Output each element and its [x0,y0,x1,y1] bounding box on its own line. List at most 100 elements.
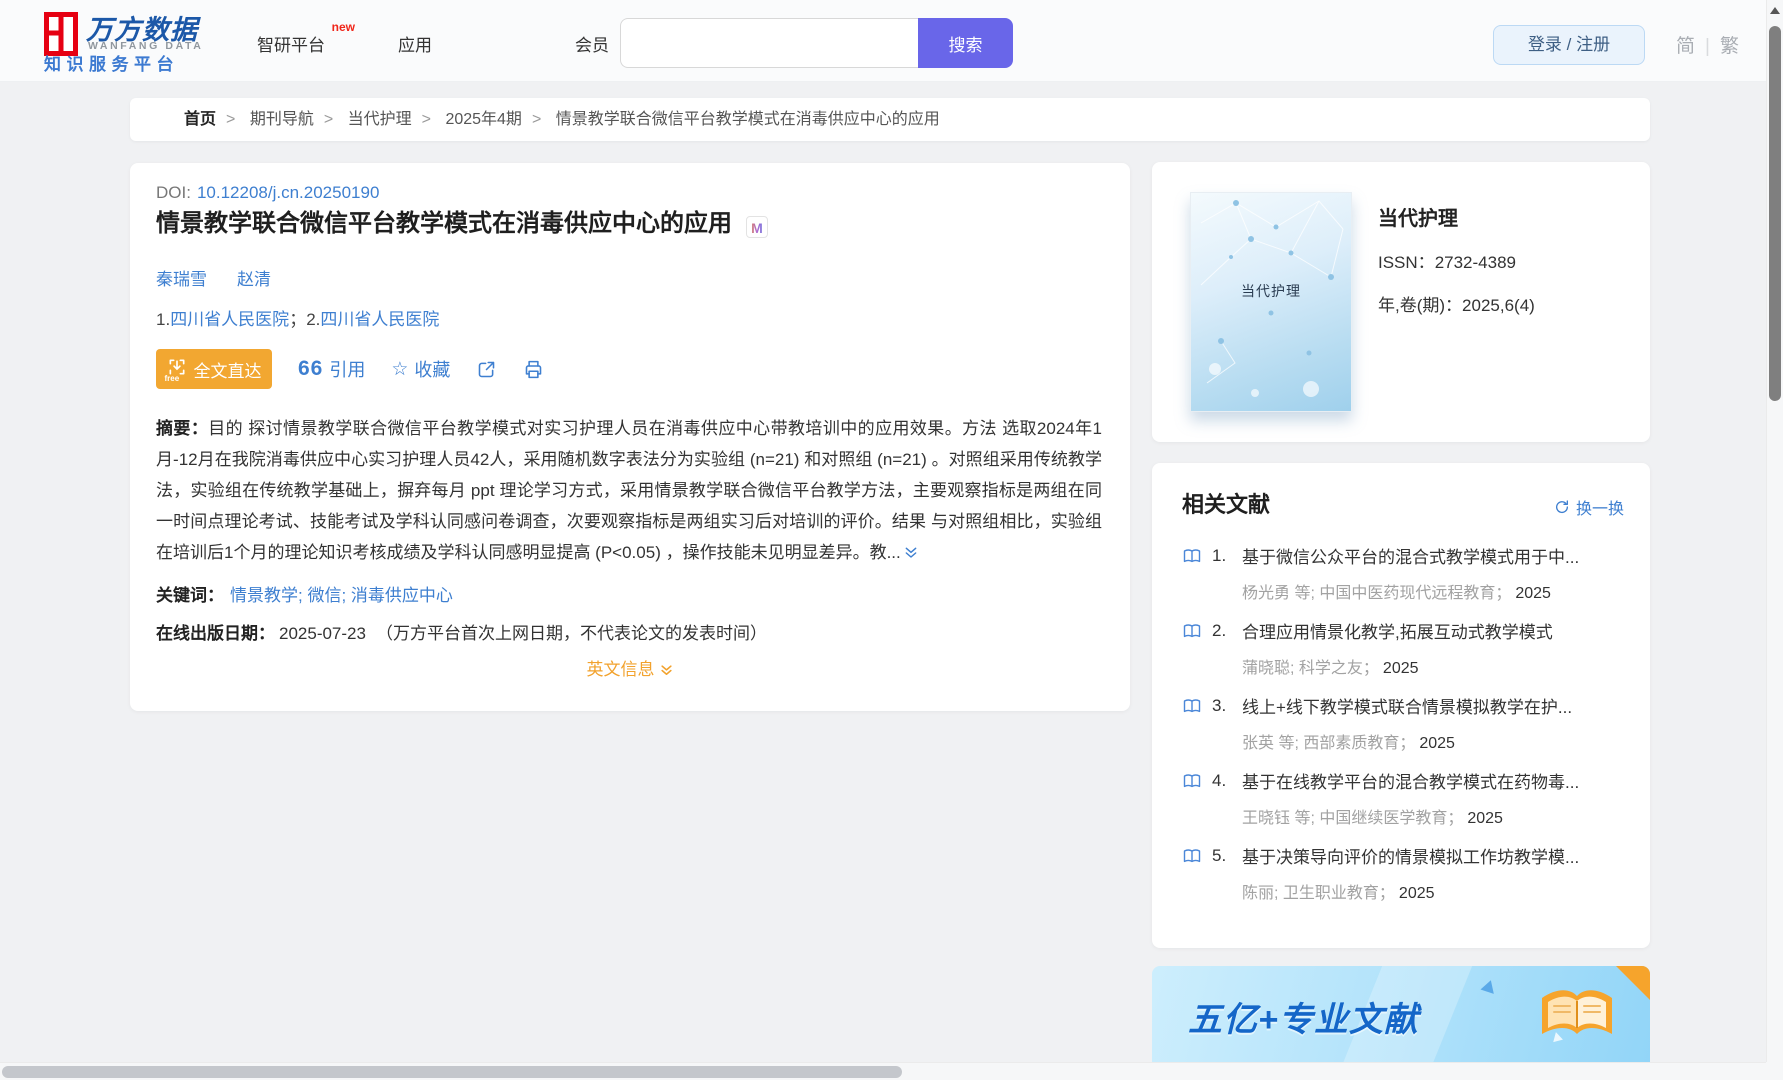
author-list: 秦瑞雪 赵清 [156,265,301,290]
english-info-toggle[interactable]: 英文信息 [130,655,1130,680]
pubdate-label: 在线出版日期： [156,624,275,643]
related-item-meta: 陈丽; 卫生职业教育； 2025 [1242,885,1435,902]
related-item-title[interactable]: 线上+线下教学模式联合情景模拟教学在护... [1242,693,1626,718]
affiliation-list: 1.四川省人民医院；2.四川省人民医院 [156,310,440,329]
wanfang-article-page: 万方数据 WANFANG DATA 知识服务平台 智研平台 new 应用 会员 … [0,0,1783,1080]
fulltext-button[interactable]: free 全文直达 [156,349,272,389]
share-icon [479,361,495,377]
related-title: 相关文献 [1182,492,1271,517]
breadcrumb-item[interactable]: 2025年4期 [445,111,522,128]
related-list-item: 1. 基于微信公众平台的混合式教学模式用于中... 杨光勇 等; 中国中医药现代… [1182,543,1626,618]
search-button[interactable]: 搜索 [918,18,1013,68]
quote-icon: 66 [298,357,324,380]
doi-label: DOI: [156,183,191,202]
related-item-year: 2025 [1382,660,1419,677]
vertical-scrollbar[interactable] [1766,0,1783,1080]
pubdate-value: 2025-07-23 [279,624,366,643]
print-button[interactable] [523,359,544,380]
journal-cover[interactable]: 当代护理 [1190,192,1352,412]
nav-item-apps[interactable]: 应用 [398,31,432,56]
login-register-button[interactable]: 登录 / 注册 [1493,25,1645,65]
related-item-number: 3. [1212,695,1227,715]
breadcrumb-item[interactable]: 期刊导航 [250,111,314,128]
print-icon [526,360,542,378]
volume-label: 年,卷(期)： [1378,296,1463,315]
open-book-icon [1542,990,1612,1034]
related-item-number: 1. [1212,545,1227,565]
doi-row: DOI: 10.12208/j.cn.20250190 [156,183,379,203]
star-icon: ☆ [391,358,409,380]
lang-traditional[interactable]: 繁 [1720,36,1739,57]
share-button[interactable] [476,359,497,380]
author-link[interactable]: 赵清 [237,270,271,289]
related-item-title[interactable]: 基于决策导向评价的情景模拟工作坊教学模... [1242,843,1626,868]
related-item-number: 5. [1212,845,1227,865]
keyword-link[interactable]: 情景教学 [230,586,298,605]
related-item-meta: 张英 等; 西部素质教育； 2025 [1242,735,1455,752]
book-icon [1182,546,1202,566]
breadcrumb-separator: > [421,111,431,128]
horizontal-scrollbar-thumb[interactable] [2,1066,902,1078]
book-icon [1182,846,1202,866]
search-bar: 搜索 [620,18,1013,68]
related-list-item: 4. 基于在线教学平台的混合教学模式在药物毒... 王晓钰 等; 中国继续医学教… [1182,768,1626,843]
breadcrumb-item[interactable]: 首页 [184,111,216,128]
journal-name: 当代护理 [1378,208,1458,230]
related-list-item: 5. 基于决策导向评价的情景模拟工作坊教学模... 陈丽; 卫生职业教育； 202… [1182,843,1626,918]
cite-button[interactable]: 66 引用 [298,356,365,382]
banner-confetti [1480,978,1498,994]
related-list: 1. 基于微信公众平台的混合式教学模式用于中... 杨光勇 等; 中国中医药现代… [1182,543,1626,918]
nav-item-zhiyan[interactable]: 智研平台 new [257,20,355,56]
keyword-link[interactable]: 消毒供应中心 [351,586,453,605]
affiliation-link[interactable]: 四川省人民医院 [170,310,289,329]
related-list-item: 3. 线上+线下教学模式联合情景模拟教学在护... 张英 等; 西部素质教育； 2… [1182,693,1626,768]
abstract: 摘要：目的 探讨情景教学联合微信平台教学模式对实习护理人员在消毒供应中心带教培训… [156,413,1102,571]
search-input[interactable] [620,18,918,68]
book-icon [1182,771,1202,791]
brand-subtitle: 知识服务平台 [44,55,179,74]
online-pubdate-row: 在线出版日期： 2025-07-23 （万方平台首次上网日期，不代表论文的发表时间） [156,619,767,644]
breadcrumb: 首页 > 期刊导航 > 当代护理 > 2025年4期 > 情景教学联合微信平台教学模式在… [130,98,1650,141]
related-item-title[interactable]: 合理应用情景化教学,拓展互动式教学模式 [1242,618,1626,643]
journal-volume-row: 年,卷(期)：2025,6(4) [1378,291,1535,316]
refresh-related-button[interactable]: 换一换 [1554,495,1624,519]
volume-value: 2025,6(4) [1462,296,1535,315]
promo-banner[interactable]: 五亿+专业文献 [1152,966,1650,1062]
horizontal-scrollbar[interactable] [0,1062,1766,1080]
breadcrumb-item[interactable]: 当代护理 [348,111,412,128]
abstract-label: 摘要： [156,419,209,438]
breadcrumb-item[interactable]: 情景教学联合微信平台教学模式在消毒供应中心的应用 [556,111,940,128]
issn-value: 2732-4389 [1434,253,1516,272]
article-card: DOI: 10.12208/j.cn.20250190 情景教学联合微信平台教学模… [130,163,1130,711]
abstract-text: 目的 探讨情景教学联合微信平台教学模式对实习护理人员在消毒供应中心带教培训中的应… [156,419,1103,562]
related-list-item: 2. 合理应用情景化教学,拓展互动式教学模式 蒲晓聪; 科学之友； 2025 [1182,618,1626,693]
nav-item-member[interactable]: 会员 [575,31,609,56]
related-item-meta: 杨光勇 等; 中国中医药现代远程教育； 2025 [1242,585,1551,602]
new-badge: new [331,20,355,34]
action-toolbar: free 全文直达 66 引用 ☆ 收藏 [156,349,544,389]
expand-abstract-chevron-icon[interactable] [903,540,919,571]
keyword-link[interactable]: 微信 [307,586,341,605]
journal-cover-title: 当代护理 [1241,283,1301,299]
article-title: 情景教学联合微信平台教学模式在消毒供应中心的应用 [156,210,732,237]
vertical-scrollbar-thumb[interactable] [1769,26,1781,401]
related-item-meta: 王晓钰 等; 中国继续医学教育； 2025 [1242,810,1503,827]
related-item-year: 2025 [1467,810,1503,827]
lang-divider: | [1705,36,1710,57]
doi-link[interactable]: 10.12208/j.cn.20250190 [197,183,379,202]
author-link[interactable]: 秦瑞雪 [156,270,207,289]
related-item-title[interactable]: 基于微信公众平台的混合式教学模式用于中... [1242,543,1626,568]
scroll-up-arrow-icon[interactable] [1770,7,1780,14]
related-item-meta: 蒲晓聪; 科学之友； 2025 [1242,660,1419,677]
related-item-title[interactable]: 基于在线教学平台的混合教学模式在药物毒... [1242,768,1626,793]
related-item-year: 2025 [1419,735,1455,752]
cover-network-decoration [1200,200,1344,397]
affiliation-link[interactable]: 四川省人民医院 [320,310,439,329]
favorite-button[interactable]: ☆ 收藏 [391,356,450,382]
journal-issn-row: ISSN：2732-4389 [1378,248,1516,273]
issn-label: ISSN： [1378,253,1435,272]
related-item-number: 4. [1212,770,1227,790]
banner-text: 五亿+专业文献 [1188,1001,1419,1039]
pubdate-note: （万方平台首次上网日期，不代表论文的发表时间） [375,624,767,643]
lang-simplified[interactable]: 简 [1676,36,1695,57]
